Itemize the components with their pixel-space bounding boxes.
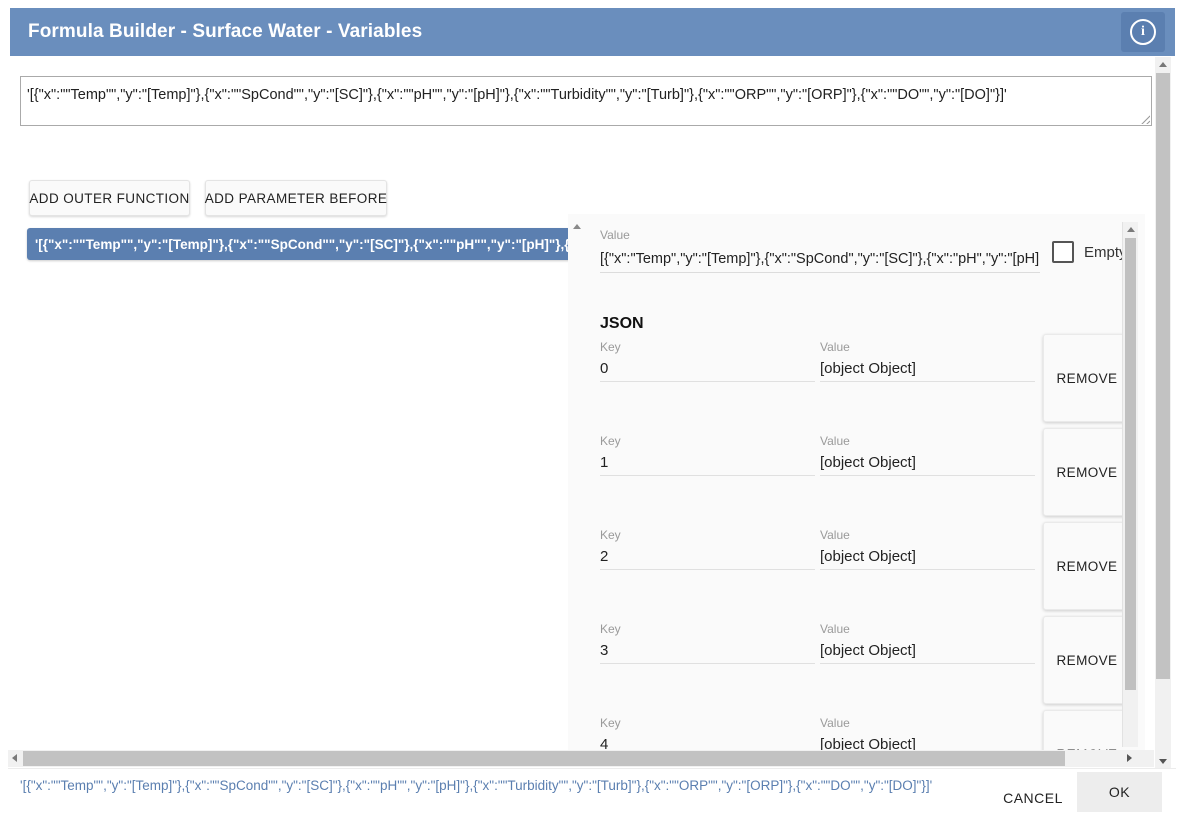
json-row: KeyValueREMOVE (586, 434, 1127, 528)
json-section-title: JSON (600, 315, 644, 333)
json-row: KeyValueREMOVE (586, 340, 1127, 434)
page-title: Formula Builder - Surface Water - Variab… (28, 21, 422, 43)
horizontal-scrollbar[interactable] (8, 750, 1154, 767)
scroll-right-icon[interactable] (1127, 754, 1132, 762)
remove-button[interactable]: REMOVE (1043, 616, 1127, 704)
value-input[interactable] (820, 544, 1035, 570)
scroll-left-icon[interactable] (12, 754, 17, 762)
info-button[interactable]: i (1121, 12, 1165, 52)
add-outer-function-button[interactable]: ADD OUTER FUNCTION (29, 180, 190, 216)
key-input[interactable] (600, 638, 815, 664)
key-field-label: Key (600, 434, 621, 448)
json-row: KeyValueREMOVE (586, 528, 1127, 622)
panel-vertical-scrollbar[interactable] (1122, 222, 1138, 747)
chevron-up-icon (573, 224, 581, 229)
remove-button[interactable]: REMOVE (1043, 710, 1127, 755)
tab-bar: VALUEFUNCTIONFIELDSAGGREGATE FIELDSSNIPP… (586, 214, 1127, 226)
dialog-title-bar: Formula Builder - Surface Water - Variab… (10, 8, 1175, 56)
value-input[interactable] (600, 246, 1040, 273)
value-field-label: Value (600, 228, 630, 242)
scroll-up-icon[interactable] (1127, 227, 1135, 232)
add-parameter-before-button[interactable]: ADD PARAMETER BEFORE (205, 180, 387, 216)
tab-fields[interactable]: FIELDS (766, 214, 845, 226)
value-field-label: Value (820, 716, 850, 730)
empty-checkbox-label: Empty (1084, 244, 1127, 261)
value-panel: VALUEFUNCTIONFIELDSAGGREGATE FIELDSSNIPP… (568, 214, 1145, 755)
value-field-label: Value (820, 340, 850, 354)
key-field-label: Key (600, 340, 621, 354)
formula-textarea[interactable]: '[{"x":""Temp"","y":"[Temp]"},{"x":""SpC… (20, 76, 1152, 126)
value-field-label: Value (820, 434, 850, 448)
key-field-label: Key (600, 716, 621, 730)
key-input[interactable] (600, 450, 815, 476)
key-field-label: Key (600, 622, 621, 636)
value-field-label: Value (820, 622, 850, 636)
panel-scrollbar-thumb[interactable] (1125, 238, 1136, 690)
empty-checkbox[interactable] (1052, 241, 1074, 263)
scroll-down-icon[interactable] (1159, 759, 1167, 764)
scroll-up-icon[interactable] (1159, 62, 1167, 67)
horizontal-scrollbar-thumb[interactable] (23, 751, 1065, 766)
panel-content: VALUEFUNCTIONFIELDSAGGREGATE FIELDSSNIPP… (586, 214, 1127, 755)
key-input[interactable] (600, 544, 815, 570)
tab-value[interactable]: VALUE (586, 214, 662, 226)
key-field-label: Key (600, 528, 621, 542)
cancel-button[interactable]: CANCEL (993, 782, 1073, 814)
value-field-label: Value (820, 528, 850, 542)
resize-handle-icon[interactable] (1138, 112, 1150, 124)
window-scrollbar-thumb[interactable] (1156, 73, 1170, 679)
json-row: KeyValueREMOVE (586, 622, 1127, 716)
window-vertical-scrollbar[interactable] (1155, 57, 1171, 769)
formula-builder-dialog: Formula Builder - Surface Water - Variab… (0, 0, 1185, 832)
formula-preview: '[{"x":""Temp"","y":"[Temp]"},{"x":""SpC… (20, 776, 980, 795)
remove-button[interactable]: REMOVE (1043, 334, 1127, 422)
value-input[interactable] (820, 356, 1035, 382)
dialog-footer: '[{"x":""Temp"","y":"[Temp]"},{"x":""SpC… (8, 768, 1176, 825)
ok-button[interactable]: OK (1077, 772, 1162, 812)
tab-function[interactable]: FUNCTION (662, 214, 765, 226)
remove-button[interactable]: REMOVE (1043, 522, 1127, 610)
panel-scroll-indicator[interactable] (568, 214, 586, 755)
info-icon: i (1130, 19, 1156, 45)
value-input[interactable] (820, 450, 1035, 476)
key-input[interactable] (600, 356, 815, 382)
tab-aggregate-fields[interactable]: AGGREGATE FIELDS (845, 214, 1020, 226)
formula-text: '[{"x":""Temp"","y":"[Temp]"},{"x":""SpC… (27, 86, 1007, 104)
tab-snippets[interactable]: SNIPPETS (1020, 214, 1120, 226)
remove-button[interactable]: REMOVE (1043, 428, 1127, 516)
value-input[interactable] (820, 638, 1035, 664)
